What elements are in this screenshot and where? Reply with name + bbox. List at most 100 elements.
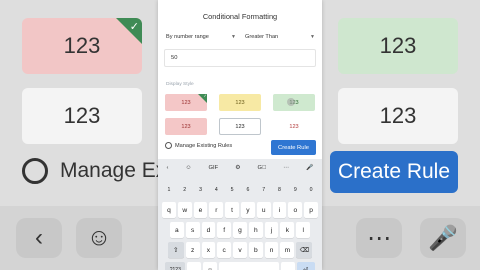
keyboard-toolbar: ‹ ☺ GIF ⚙ G⃞ ⋯ 🎤 xyxy=(158,162,322,174)
gif-button[interactable]: GIF xyxy=(208,165,218,171)
backspace-key[interactable]: ⌫ xyxy=(296,242,313,258)
caret-down-icon: ▼ xyxy=(310,33,315,40)
key-row-1: q w e r t y u i o p xyxy=(158,202,322,218)
condition-select[interactable]: Greater Than ▼ xyxy=(245,31,315,42)
bg-manage-rules: Manage Exi xyxy=(22,158,171,184)
number-hint-row: 1 2 3 4 5 6 7 8 9 0 xyxy=(158,184,322,196)
key-row-3: ⇧ z x c v b n m ⌫ xyxy=(158,242,322,258)
number-hint: 4 xyxy=(214,187,218,193)
key[interactable]: e xyxy=(193,202,208,218)
key[interactable]: j xyxy=(264,222,279,238)
key[interactable]: s xyxy=(185,222,200,238)
number-hint: 0 xyxy=(309,187,313,193)
mic-icon[interactable]: 🎤 xyxy=(306,165,313,171)
key[interactable]: w xyxy=(177,202,192,218)
create-rule-button[interactable]: Create Rule xyxy=(271,140,316,155)
bg-manage-label: Manage Exi xyxy=(60,159,171,182)
key[interactable]: y xyxy=(241,202,255,218)
key[interactable]: a xyxy=(169,222,184,238)
caret-down-icon: ▼ xyxy=(231,33,236,40)
swatch-text: 123 xyxy=(235,99,245,106)
comma-key[interactable]: , xyxy=(187,262,202,270)
value-input-text: 50 xyxy=(171,55,178,61)
number-hint: 3 xyxy=(199,187,202,193)
key[interactable]: i xyxy=(272,202,287,218)
key[interactable]: n xyxy=(264,242,279,258)
bg-swatch-red-fill: 123 xyxy=(22,88,142,144)
style-swatch-outlined[interactable]: 123 xyxy=(219,118,261,135)
number-hint: 9 xyxy=(293,187,297,193)
swatch-text: 123 xyxy=(289,123,299,130)
bg-swatch-green: 123 xyxy=(338,18,458,74)
key[interactable]: b xyxy=(248,242,263,258)
more-icon: ⋯ xyxy=(356,218,402,258)
conditional-formatting-dialog: Conditional Formatting By number range ▼… xyxy=(158,0,322,270)
key[interactable]: m xyxy=(280,242,295,258)
settings-icon[interactable]: ⚙ xyxy=(235,165,240,171)
period-key[interactable]: . xyxy=(280,262,295,270)
bg-swatch-text: 123 xyxy=(63,33,101,58)
key[interactable]: k xyxy=(280,222,295,238)
manage-rules-link[interactable]: Manage Existing Rules xyxy=(165,142,232,149)
key[interactable]: x xyxy=(201,242,216,258)
enter-key[interactable]: ⏎ xyxy=(296,262,315,270)
swatch-text: 123 xyxy=(235,123,245,130)
chevron-left-icon: ‹ xyxy=(16,218,62,258)
key[interactable]: q xyxy=(162,202,176,218)
key[interactable]: f xyxy=(217,222,232,238)
gear-icon xyxy=(22,158,48,184)
number-hint: 5 xyxy=(230,187,234,193)
gear-icon xyxy=(165,142,172,149)
bg-swatch-text: 123 xyxy=(379,103,417,128)
dialog-title: Conditional Formatting xyxy=(202,12,278,21)
bg-create-button: Create Rule xyxy=(330,151,458,193)
mic-icon: 🎤 xyxy=(420,218,466,258)
key[interactable]: u xyxy=(256,202,271,218)
number-hint: 2 xyxy=(183,187,187,193)
key[interactable]: h xyxy=(248,222,263,238)
style-swatch-yellow[interactable]: 123 xyxy=(219,94,261,111)
display-style-label: Display Style xyxy=(166,82,194,87)
key[interactable]: l xyxy=(296,222,311,238)
number-hint: 6 xyxy=(246,187,250,193)
style-swatch-red[interactable]: 123 ✓ xyxy=(165,93,207,111)
create-rule-label: Create Rule xyxy=(278,144,309,151)
key[interactable]: g xyxy=(233,222,247,238)
style-swatch-red-text[interactable]: 123 xyxy=(273,118,315,135)
sticker-icon: ☺ xyxy=(76,218,122,258)
key[interactable]: p xyxy=(304,202,318,218)
number-hint: 7 xyxy=(262,187,266,193)
style-swatch-green[interactable]: 123 xyxy=(273,94,315,111)
key[interactable]: c xyxy=(217,242,232,258)
key[interactable]: v xyxy=(233,242,247,258)
range-select[interactable]: By number range ▼ xyxy=(166,31,236,42)
key-row-2: a s d f g h j k l xyxy=(158,222,322,238)
bg-create-label: Create Rule xyxy=(337,160,451,183)
symbols-key[interactable]: ?123 xyxy=(165,262,186,270)
emoji-key[interactable]: ☺ xyxy=(203,262,217,270)
more-icon[interactable]: ⋯ xyxy=(283,165,289,171)
key[interactable]: z xyxy=(185,242,200,258)
space-key[interactable] xyxy=(218,262,279,270)
number-hint: 8 xyxy=(278,187,281,193)
key[interactable]: r xyxy=(209,202,224,218)
style-swatch-red-fill[interactable]: 123 xyxy=(165,118,207,135)
bg-swatch-red-text: 123 xyxy=(338,88,458,144)
value-input[interactable]: 50 xyxy=(164,49,316,67)
number-hint: 1 xyxy=(167,187,171,193)
check-icon: ✓ xyxy=(203,93,207,98)
key[interactable]: o xyxy=(288,202,303,218)
key[interactable]: t xyxy=(225,202,239,218)
bg-swatch-text: 123 xyxy=(379,33,417,58)
translate-icon[interactable]: G⃞ xyxy=(257,165,266,171)
swatch-text: 123 xyxy=(181,123,191,130)
soft-keyboard: ‹ ☺ GIF ⚙ G⃞ ⋯ 🎤 1 2 3 4 5 6 7 8 9 0 q w… xyxy=(158,159,322,270)
emoji-icon[interactable]: ☺ xyxy=(186,165,192,171)
manage-rules-label: Manage Existing Rules xyxy=(175,142,233,149)
key[interactable]: d xyxy=(201,222,216,238)
key-row-4: ?123 , ☺ . ⏎ xyxy=(158,262,322,270)
check-icon: ✓ xyxy=(129,21,139,33)
shift-key[interactable]: ⇧ xyxy=(167,242,184,258)
swatch-text: 123 xyxy=(181,99,191,106)
chevron-left-icon[interactable]: ‹ xyxy=(167,165,169,171)
